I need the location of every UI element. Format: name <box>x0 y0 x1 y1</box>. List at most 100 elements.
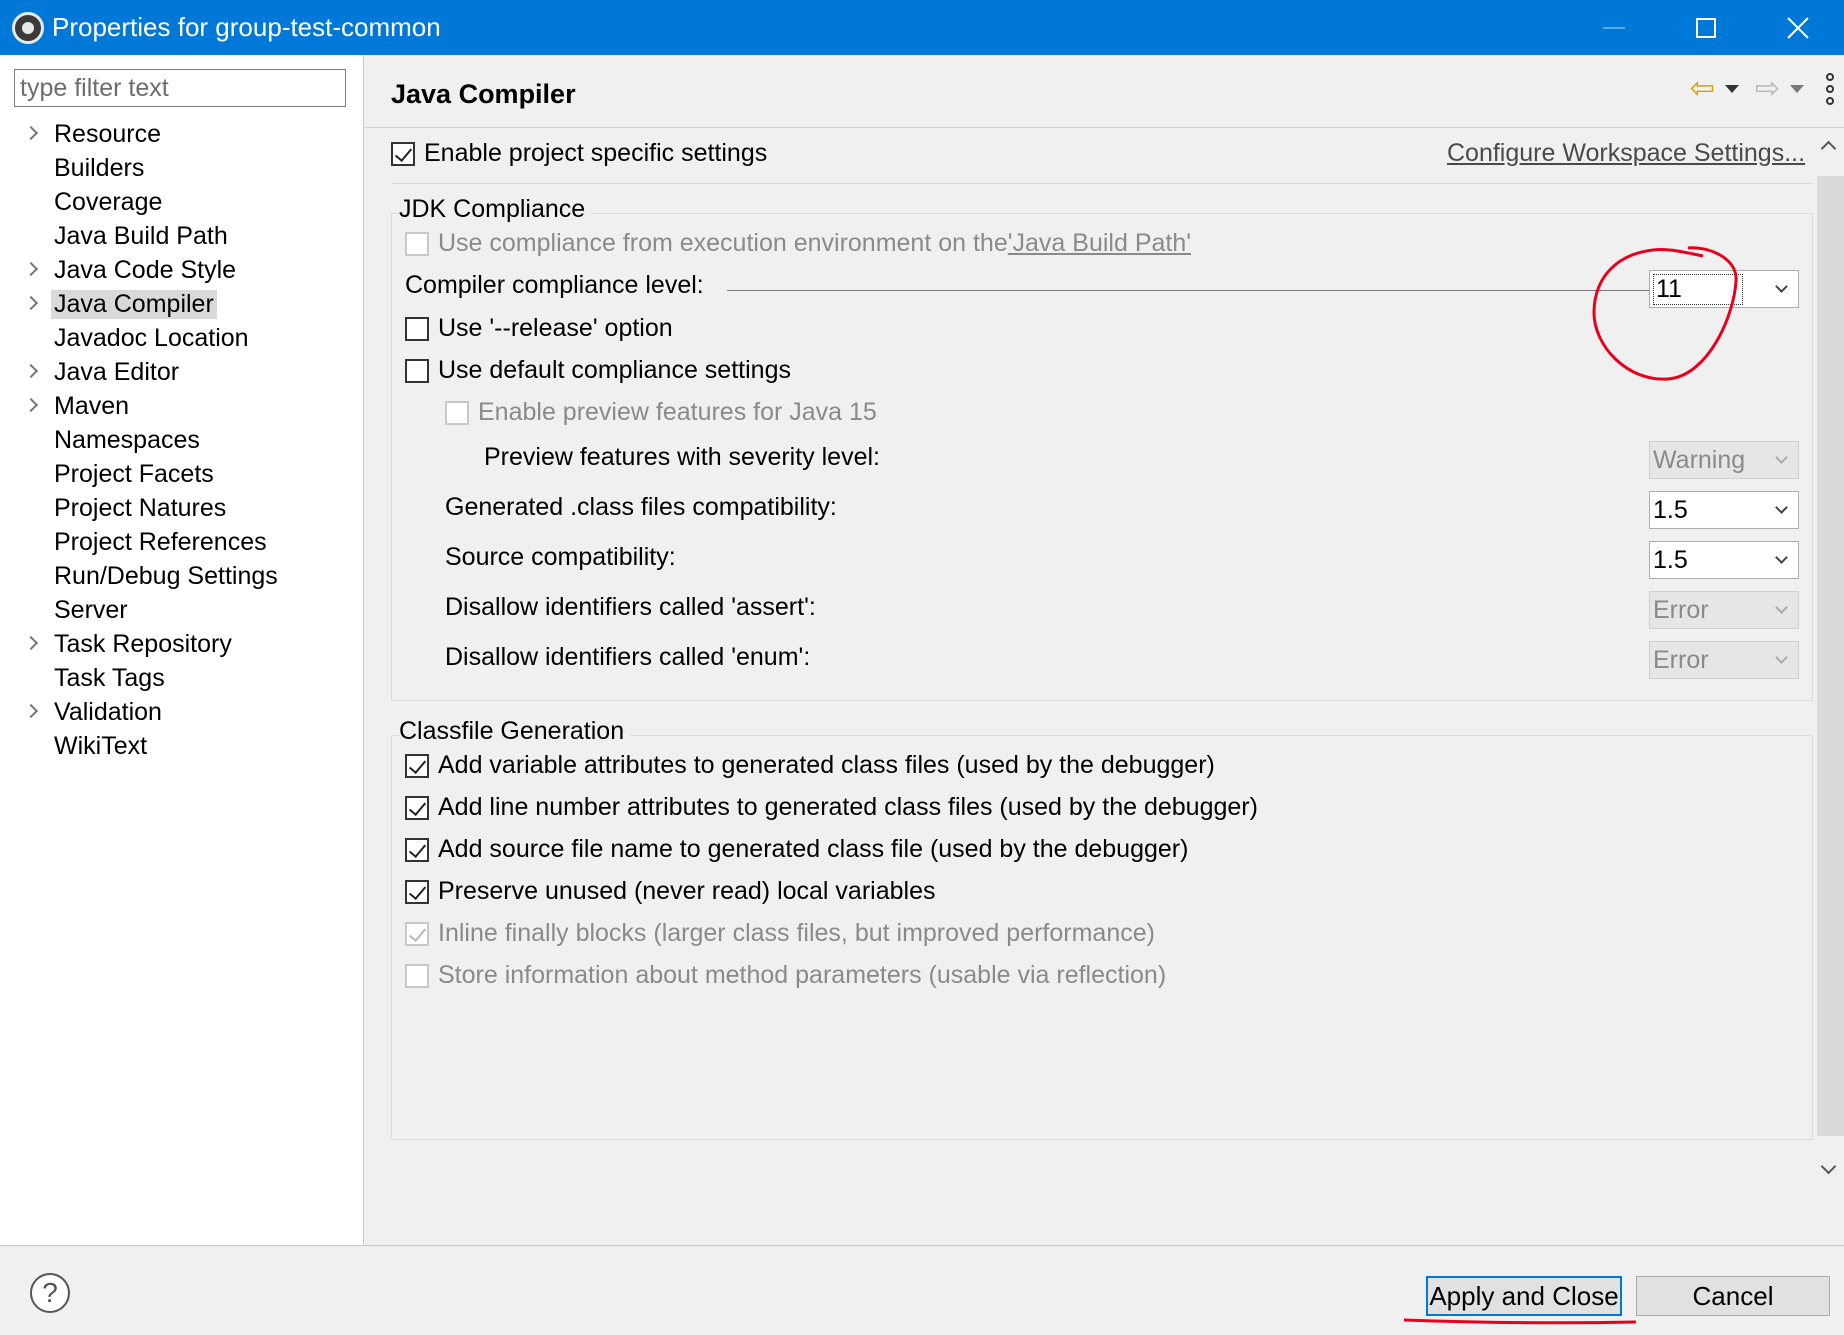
assert-label: Disallow identifiers called 'assert': <box>445 593 816 621</box>
cancel-button[interactable]: Cancel <box>1636 1276 1830 1316</box>
classfile-option-label: Add source file name to generated class … <box>438 835 1189 863</box>
tree-item-label: Java Editor <box>54 357 180 386</box>
enable-project-specific-row[interactable]: Enable project specific settings <box>391 139 767 168</box>
preference-tree-pane: Resource Builders Coverage Java Build Path J… <box>0 55 364 1245</box>
tree-item-label: Project Facets <box>54 459 214 488</box>
tree-item[interactable]: Validation <box>0 695 364 729</box>
forward-arrow-icon[interactable]: ⇨ <box>1755 74 1780 104</box>
back-arrow-icon[interactable]: ⇦ <box>1690 74 1715 104</box>
tree-item[interactable]: WikiText <box>0 729 364 763</box>
scroll-up-icon[interactable] <box>1820 140 1837 157</box>
compliance-level-select[interactable]: 11 <box>1649 270 1799 308</box>
tree-item[interactable]: Run/Debug Settings <box>0 559 364 593</box>
java-build-path-link[interactable]: 'Java Build Path' <box>1008 229 1191 258</box>
classfile-option-row[interactable]: Inline finally blocks (larger class file… <box>405 919 1155 948</box>
scroll-down-icon[interactable] <box>1820 1158 1837 1175</box>
filter-input[interactable] <box>14 69 346 107</box>
tree-item[interactable]: Builders <box>0 151 364 185</box>
tree-item[interactable]: Java Editor <box>0 355 364 389</box>
minimize-button[interactable] <box>1568 0 1660 55</box>
tree-item[interactable]: Coverage <box>0 185 364 219</box>
tree-item[interactable]: Task Repository <box>0 627 364 661</box>
close-button[interactable] <box>1752 0 1844 55</box>
tree-item[interactable]: Javadoc Location <box>0 321 364 355</box>
chevron-right-icon[interactable] <box>23 363 39 379</box>
classfile-option-checkbox[interactable] <box>405 753 429 778</box>
tree-item[interactable]: Maven <box>0 389 364 423</box>
preview-features-row: Enable preview features for Java 15 <box>445 398 877 427</box>
apply-and-close-button[interactable]: Apply and Close <box>1426 1276 1622 1316</box>
tree-item[interactable]: Project Facets <box>0 457 364 491</box>
tree-item[interactable]: Java Code Style <box>0 253 364 287</box>
chevron-right-icon[interactable] <box>23 703 39 719</box>
help-button[interactable]: ? <box>30 1273 70 1313</box>
generated-class-label: Generated .class files compatibility: <box>445 493 837 521</box>
tree-item-label: Project Natures <box>54 493 227 522</box>
view-menu-icon[interactable] <box>1826 73 1834 105</box>
release-option-checkbox[interactable] <box>405 316 429 341</box>
classfile-option-checkbox[interactable] <box>405 795 429 820</box>
assert-row: Disallow identifiers called 'assert': <box>445 593 816 622</box>
source-compat-select[interactable]: 1.5 <box>1649 541 1799 579</box>
classfile-option-row[interactable]: Preserve unused (never read) local varia… <box>405 877 935 906</box>
scroll-thumb[interactable] <box>1817 176 1844 1136</box>
enum-label: Disallow identifiers called 'enum': <box>445 643 811 671</box>
enum-select[interactable]: Error <box>1649 641 1799 679</box>
classfile-option-label: Preserve unused (never read) local varia… <box>438 877 936 905</box>
default-compliance-row[interactable]: Use default compliance settings <box>405 356 791 385</box>
tree-item[interactable]: Namespaces <box>0 423 364 457</box>
configure-workspace-link[interactable]: Configure Workspace Settings... <box>1447 139 1805 168</box>
classfile-option-checkbox[interactable] <box>405 963 429 988</box>
forward-history-dropdown-icon[interactable] <box>1790 85 1804 93</box>
chevron-right-icon[interactable] <box>23 397 39 413</box>
title-bar: Properties for group-test-common <box>0 0 1844 55</box>
tree-item-label: Task Repository <box>54 629 232 658</box>
tree-item[interactable]: Java Build Path <box>0 219 364 253</box>
classfile-option-label: Add variable attributes to generated cla… <box>438 751 1215 779</box>
tree-item-label: Resource <box>54 119 161 148</box>
assert-select[interactable]: Error <box>1649 591 1799 629</box>
preview-severity-label: Preview features with severity level: <box>484 443 880 471</box>
classfile-option-row[interactable]: Store information about method parameter… <box>405 961 1166 990</box>
configure-workspace-link-row: Configure Workspace Settings... <box>1447 139 1805 168</box>
chevron-right-icon[interactable] <box>23 295 39 311</box>
classfile-option-row[interactable]: Add line number attributes to generated … <box>405 793 1258 822</box>
page-content: Enable project specific settings Configu… <box>365 129 1813 1245</box>
tree-item[interactable]: Java Compiler <box>0 287 364 321</box>
preview-severity-select[interactable]: Warning <box>1649 441 1799 479</box>
use-exec-env-checkbox[interactable] <box>405 231 429 256</box>
window-title: Properties for group-test-common <box>52 12 441 42</box>
tree-item-label: Builders <box>54 153 145 182</box>
tree-item-label: Java Build Path <box>54 221 228 250</box>
preview-features-checkbox[interactable] <box>445 400 469 425</box>
enum-value: Error <box>1653 645 1709 674</box>
use-exec-env-label: Use compliance from execution environmen… <box>438 229 1008 257</box>
vertical-scrollbar[interactable] <box>1813 129 1844 1245</box>
jdk-compliance-title: JDK Compliance <box>399 195 592 224</box>
chevron-right-icon[interactable] <box>23 261 39 277</box>
back-history-dropdown-icon[interactable] <box>1724 85 1739 93</box>
chevron-right-icon[interactable] <box>23 635 39 651</box>
compliance-level-label: Compiler compliance level: <box>405 271 704 299</box>
chevron-right-icon[interactable] <box>23 125 39 141</box>
generated-class-select[interactable]: 1.5 <box>1649 491 1799 529</box>
tree-item[interactable]: Project References <box>0 525 364 559</box>
release-option-row[interactable]: Use '--release' option <box>405 314 673 343</box>
default-compliance-checkbox[interactable] <box>405 358 429 383</box>
tree-item[interactable]: Server <box>0 593 364 627</box>
classfile-option-row[interactable]: Add source file name to generated class … <box>405 835 1188 864</box>
chevron-down-icon <box>1775 280 1788 293</box>
enable-project-specific-checkbox[interactable] <box>391 141 415 166</box>
tree-item[interactable]: Task Tags <box>0 661 364 695</box>
maximize-button[interactable] <box>1660 0 1752 55</box>
enable-project-specific-label: Enable project specific settings <box>424 139 768 167</box>
classfile-generation-title: Classfile Generation <box>399 717 631 746</box>
classfile-option-row[interactable]: Add variable attributes to generated cla… <box>405 751 1215 780</box>
tree-item-label: Coverage <box>54 187 163 216</box>
tree-item[interactable]: Resource <box>0 117 364 151</box>
eclipse-app-icon <box>12 11 44 44</box>
classfile-option-checkbox[interactable] <box>405 837 429 862</box>
tree-item[interactable]: Project Natures <box>0 491 364 525</box>
classfile-option-checkbox[interactable] <box>405 921 429 946</box>
classfile-option-checkbox[interactable] <box>405 879 429 904</box>
